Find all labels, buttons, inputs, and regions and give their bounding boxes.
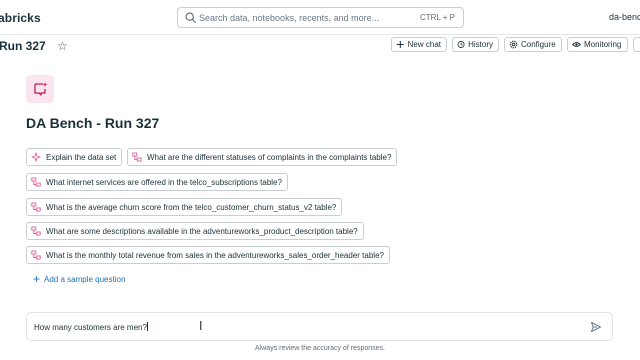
- add-sample-question-label: Add a sample question: [44, 274, 126, 284]
- genie-sparkle-icon: [34, 82, 48, 96]
- configure-button[interactable]: Configure: [504, 37, 562, 52]
- table-query-icon: [31, 202, 41, 212]
- page-title: Run 327: [0, 39, 46, 53]
- history-button[interactable]: History: [452, 37, 499, 52]
- sample-question-label: What internet services are offered in th…: [46, 177, 282, 187]
- sample-question-chip[interactable]: What are the different statuses of compl…: [127, 148, 398, 166]
- sample-question-chip[interactable]: What is the average churn score from the…: [26, 198, 343, 216]
- table-query-icon: [132, 152, 142, 162]
- table-query-icon: [31, 226, 41, 236]
- search-bar[interactable]: CTRL + P: [177, 7, 464, 28]
- monitoring-button[interactable]: Monitoring: [567, 37, 628, 52]
- sparkle-icon: [31, 152, 41, 162]
- search-input[interactable]: [199, 9, 399, 26]
- gear-icon: [509, 40, 518, 49]
- history-icon: [457, 41, 465, 48]
- new-chat-button[interactable]: New chat: [391, 37, 447, 52]
- space-title: DA Bench - Run 327: [26, 115, 160, 131]
- sample-question-chip[interactable]: What are some descriptions available in …: [26, 222, 364, 240]
- chat-input[interactable]: How many customers are men?: [34, 322, 574, 334]
- chat-input-box[interactable]: How many customers are men? I: [26, 312, 613, 341]
- add-sample-question-link[interactable]: + Add a sample question: [33, 272, 126, 286]
- brand-logo[interactable]: abricks: [0, 11, 41, 25]
- star-icon[interactable]: ☆: [57, 39, 68, 53]
- monitoring-label: Monitoring: [584, 40, 622, 49]
- sample-question-chip[interactable]: What internet services are offered in th…: [26, 173, 288, 191]
- search-icon: [185, 12, 196, 23]
- table-query-icon: [31, 177, 41, 187]
- chat-input-value: How many customers are men?: [34, 323, 147, 332]
- eye-icon: [572, 42, 581, 47]
- genie-logo: [26, 75, 54, 103]
- search-shortcut: CTRL + P: [419, 13, 455, 22]
- plus-icon: +: [33, 272, 41, 286]
- sample-question-label: What is the monthly total revenue from s…: [46, 250, 384, 260]
- text-caret: [147, 322, 149, 331]
- sample-question-label: What is the average churn score from the…: [46, 202, 337, 212]
- new-chat-label: New chat: [407, 40, 441, 49]
- more-button[interactable]: [633, 37, 640, 52]
- configure-label: Configure: [521, 40, 556, 49]
- top-bar: abricks CTRL + P da-bench: [0, 0, 640, 35]
- plus-icon: [396, 41, 404, 48]
- sample-question-chip[interactable]: What is the monthly total revenue from s…: [26, 246, 390, 264]
- sample-question-label: What are the different statuses of compl…: [147, 152, 392, 162]
- sample-question-label: What are some descriptions available in …: [46, 226, 358, 236]
- sample-question-chip[interactable]: Explain the data set: [26, 148, 123, 166]
- workspace-name[interactable]: da-bench: [609, 12, 640, 22]
- table-query-icon: [31, 250, 41, 260]
- history-label: History: [468, 40, 493, 49]
- mouse-cursor-icon: I: [199, 319, 203, 333]
- disclaimer-text: Always review the accuracy of responses.: [255, 345, 385, 352]
- send-icon[interactable]: [590, 321, 602, 333]
- sample-question-label: Explain the data set: [46, 152, 117, 162]
